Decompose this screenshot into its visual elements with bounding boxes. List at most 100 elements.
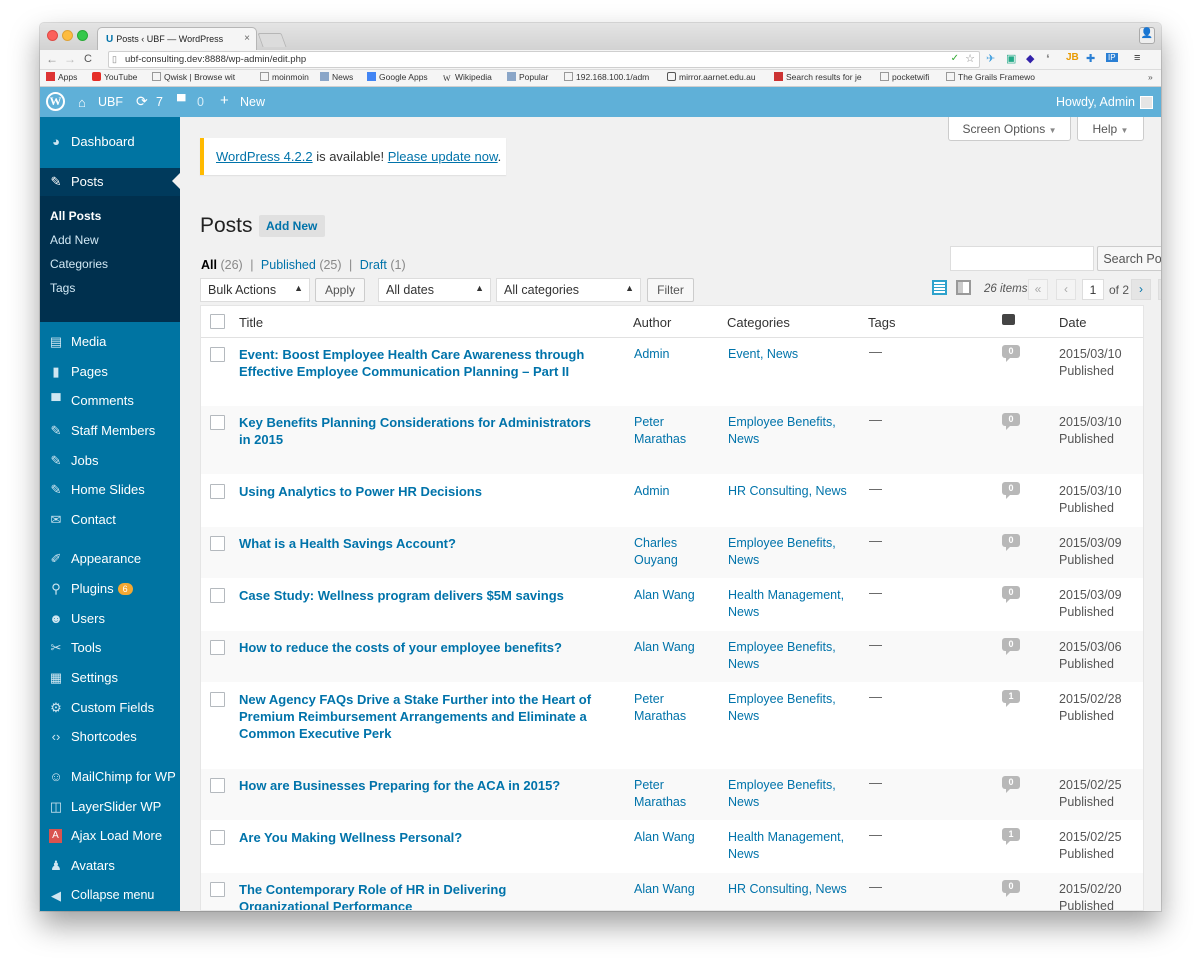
help-button[interactable]: Help ▼ (1077, 117, 1144, 141)
add-new-post-button[interactable]: Add New (259, 215, 326, 237)
column-title[interactable]: Title (239, 315, 263, 330)
menu-settings[interactable]: ▦ Settings (40, 665, 180, 691)
close-window-button[interactable] (47, 30, 58, 41)
menu-comments[interactable]: ▀ Comments (40, 388, 180, 414)
comment-count-bubble[interactable]: 0 (1002, 638, 1020, 655)
menu-custom-fields[interactable]: ⚙ Custom Fields (40, 695, 180, 721)
post-author-link[interactable]: Alan Wang (634, 881, 714, 898)
menu-users[interactable]: ☻ Users (40, 606, 180, 632)
avatar[interactable] (1140, 96, 1153, 109)
post-categories-link[interactable]: Employee Benefits, News (728, 691, 858, 725)
row-checkbox[interactable] (210, 588, 225, 603)
menu-jobs[interactable]: ✎ Jobs (40, 448, 180, 474)
bookmark-search-results[interactable]: Search results for je (774, 72, 868, 82)
extension-shield-icon[interactable]: ◆ (1026, 52, 1034, 65)
minimize-window-button[interactable] (62, 30, 73, 41)
post-title-link[interactable]: Key Benefits Planning Considerations for… (239, 414, 599, 448)
bookmark-news[interactable]: News (320, 72, 364, 82)
reload-icon[interactable]: C (84, 53, 92, 65)
menu-layerslider[interactable]: ◫ LayerSlider WP (40, 794, 180, 820)
menu-icon[interactable]: ≡ (1134, 52, 1140, 64)
post-author-link[interactable]: Charles Ouyang (634, 535, 714, 569)
comment-count-bubble[interactable]: 0 (1002, 586, 1020, 603)
post-author-link[interactable]: Alan Wang (634, 829, 714, 846)
row-checkbox[interactable] (210, 415, 225, 430)
collapse-menu-button[interactable]: ◀ Collapse menu (40, 883, 180, 909)
submenu-categories[interactable]: Categories (50, 257, 108, 271)
filter-published[interactable]: Published (261, 258, 316, 272)
maximize-window-button[interactable] (77, 30, 88, 41)
menu-shortcodes[interactable]: ‹› Shortcodes (40, 724, 180, 750)
site-name-link[interactable]: UBF (98, 95, 123, 109)
post-author-link[interactable]: Admin (634, 346, 714, 363)
comment-count-bubble[interactable]: 0 (1002, 880, 1020, 897)
profile-icon[interactable]: 👤 (1139, 27, 1155, 44)
howdy-admin-link[interactable]: Howdy, Admin (1056, 95, 1135, 109)
bookmark-pocketwifi[interactable]: pocketwifi (880, 72, 950, 82)
extension-quote-icon[interactable]: ❛ (1046, 52, 1050, 65)
dates-select[interactable]: All dates ▲ (378, 278, 491, 302)
post-categories-link[interactable]: Event, News (728, 346, 858, 363)
post-title-link[interactable]: Event: Boost Employee Health Care Awaren… (239, 346, 599, 380)
post-author-link[interactable]: Admin (634, 483, 714, 500)
comment-count-bubble[interactable]: 0 (1002, 534, 1020, 551)
submenu-all-posts[interactable]: All Posts (50, 209, 101, 223)
submenu-tags[interactable]: Tags (50, 281, 75, 295)
post-author-link[interactable]: Peter Marathas (634, 691, 714, 725)
back-icon[interactable]: ← (46, 52, 58, 66)
filter-button[interactable]: Filter (647, 278, 694, 302)
extension-jb-icon[interactable]: JB (1066, 52, 1079, 63)
post-categories-link[interactable]: Health Management, News (728, 829, 858, 863)
comment-count-bubble[interactable]: 0 (1002, 482, 1020, 499)
comment-count-bubble[interactable]: 0 (1002, 776, 1020, 793)
select-all-checkbox[interactable] (210, 314, 225, 329)
bookmark-mirror[interactable]: mirror.aarnet.edu.au (667, 72, 763, 82)
row-checkbox[interactable] (210, 347, 225, 362)
prev-page-button[interactable]: ‹ (1056, 279, 1076, 300)
new-tab-button[interactable] (257, 33, 287, 47)
comment-icon[interactable]: ▀ (177, 94, 186, 108)
post-title-link[interactable]: How to reduce the costs of your employee… (239, 639, 599, 656)
post-title-link[interactable]: New Agency FAQs Drive a Stake Further in… (239, 691, 599, 742)
updates-icon[interactable]: ⟳ (136, 93, 148, 110)
browser-tab[interactable]: U Posts ‹ UBF — WordPress × (97, 27, 257, 50)
comment-count-bubble[interactable]: 1 (1002, 690, 1020, 707)
menu-plugins[interactable]: ⚲ Plugins 6 (40, 576, 180, 602)
comments-column-icon[interactable] (1002, 314, 1015, 325)
tab-close-icon[interactable]: × (244, 33, 250, 44)
excerpt-view-icon[interactable] (956, 280, 971, 295)
comment-count-bubble[interactable]: 0 (1002, 345, 1020, 362)
extension-puzzle-icon[interactable]: ✚ (1086, 52, 1095, 65)
menu-mailchimp[interactable]: ☺ MailChimp for WP (40, 764, 180, 790)
menu-avatars[interactable]: ♟ Avatars (40, 853, 180, 879)
menu-dashboard[interactable]: ◕ Dashboard (40, 129, 180, 155)
post-title-link[interactable]: The Contemporary Role of HR in Deliverin… (239, 881, 599, 910)
extension-screen-icon[interactable]: ▣ (1006, 52, 1016, 65)
row-checkbox[interactable] (210, 882, 225, 897)
next-page-button[interactable]: › (1131, 279, 1151, 300)
post-categories-link[interactable]: Health Management, News (728, 587, 858, 621)
column-date[interactable]: Date (1059, 315, 1086, 330)
menu-staff-members[interactable]: ✎ Staff Members (40, 418, 180, 444)
bookmark-apps[interactable]: Apps (46, 72, 86, 82)
post-categories-link[interactable]: Employee Benefits, News (728, 414, 858, 448)
bookmark-moinmoin[interactable]: moinmoin (260, 72, 322, 82)
search-posts-button[interactable]: Search Posts (1097, 246, 1161, 271)
wordpress-logo-icon[interactable]: W (46, 92, 65, 111)
bookmark-qwisk[interactable]: Qwisk | Browse wit (152, 72, 242, 82)
row-checkbox[interactable] (210, 536, 225, 551)
bookmark-ip[interactable]: 192.168.100.1/adm (564, 72, 660, 82)
menu-pages[interactable]: ▮ Pages (40, 359, 180, 385)
menu-ajax-load-more[interactable]: A Ajax Load More (40, 823, 180, 849)
menu-home-slides[interactable]: ✎ Home Slides (40, 477, 180, 503)
menu-appearance[interactable]: ✐ Appearance (40, 546, 180, 572)
extension-check-icon[interactable]: ✓ (951, 53, 959, 64)
plus-icon[interactable]: + (220, 92, 229, 109)
categories-select[interactable]: All categories ▲ (496, 278, 641, 302)
update-now-link[interactable]: Please update now (388, 149, 498, 164)
bookmark-star-icon[interactable]: ☆ (965, 52, 975, 65)
address-bar[interactable]: ▯ ubf-consulting.dev:8888/wp-admin/edit.… (108, 51, 980, 68)
current-page-input[interactable]: 1 (1082, 279, 1104, 300)
screen-options-button[interactable]: Screen Options ▼ (948, 117, 1071, 141)
post-categories-link[interactable]: Employee Benefits, News (728, 639, 858, 673)
